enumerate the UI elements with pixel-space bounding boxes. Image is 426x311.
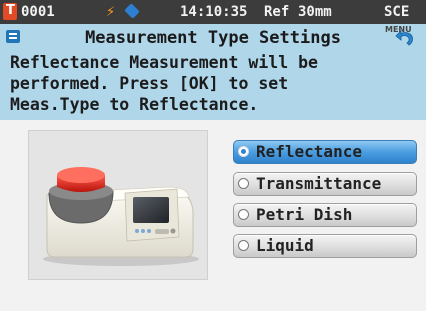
radio-unselected-icon <box>238 178 249 189</box>
target-sample-icon <box>3 3 17 20</box>
measurement-type-settings-screen: 0001 ⚡ 14:10:35 Ref 30mm SCE Measurement… <box>0 0 426 311</box>
spectrophotometer-device-icon <box>43 167 199 266</box>
option-liquid[interactable]: Liquid <box>233 234 417 258</box>
sample-number: 0001 <box>21 4 55 20</box>
option-label: Petri Dish <box>256 205 353 224</box>
option-label: Reflectance <box>256 142 362 161</box>
aperture-size: 30mm <box>298 4 332 20</box>
option-label: Transmittance <box>256 174 382 193</box>
page-title: Measurement Type Settings <box>85 28 341 48</box>
lightning-bolt-icon: ⚡ <box>106 2 116 20</box>
specular-mode: SCE <box>384 4 410 20</box>
device-illustration-panel <box>28 130 208 280</box>
screen-header: Measurement Type Settings MENU <box>0 24 426 52</box>
instruction-message: Reflectance Measurement will be performe… <box>0 52 426 120</box>
diamond-probe-icon <box>124 3 140 19</box>
radio-unselected-icon <box>238 209 249 220</box>
option-label: Liquid <box>256 236 314 255</box>
back-arrow-icon <box>395 30 413 46</box>
menu-back-button[interactable]: MENU <box>385 25 421 49</box>
radio-unselected-icon <box>238 240 249 251</box>
reference-label: Ref <box>264 4 290 20</box>
status-bar: 0001 ⚡ 14:10:35 Ref 30mm SCE <box>0 0 426 24</box>
message-text: Reflectance Measurement will be performe… <box>10 53 318 114</box>
radio-selected-icon <box>238 146 249 157</box>
main-body: Reflectance Transmittance Petri Dish Liq… <box>0 120 426 311</box>
option-reflectance[interactable]: Reflectance <box>233 140 417 164</box>
clock-time: 14:10:35 <box>180 4 248 20</box>
option-petri-dish[interactable]: Petri Dish <box>233 203 417 227</box>
option-transmittance[interactable]: Transmittance <box>233 172 417 196</box>
